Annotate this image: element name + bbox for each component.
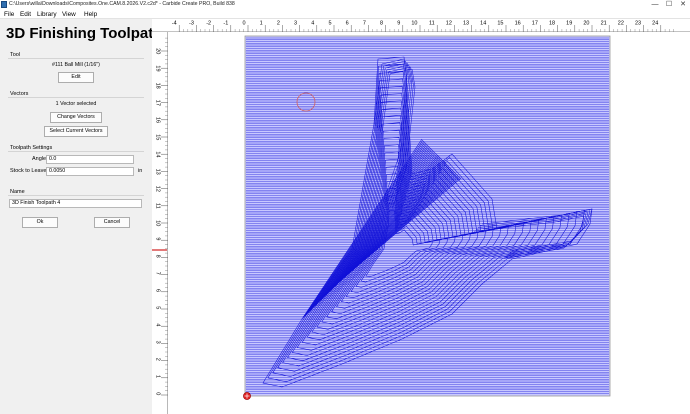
y-tick-label: 6 bbox=[155, 289, 161, 292]
y-tick-label: 20 bbox=[155, 48, 161, 54]
x-tick-label: 2 bbox=[277, 21, 280, 27]
tool-name: #111 Ball Mill (1/16") bbox=[52, 62, 100, 68]
x-tick-label: -2 bbox=[206, 21, 211, 27]
x-tick-label: 9 bbox=[397, 21, 400, 27]
angle-label: Angle bbox=[32, 156, 47, 162]
stock-to-leave-input[interactable]: 0.0050 bbox=[46, 167, 134, 176]
x-tick-label: 1 bbox=[260, 21, 263, 27]
x-tick-label: -3 bbox=[189, 21, 194, 27]
panel-title: 3D Finishing Toolpath bbox=[6, 25, 163, 42]
x-tick-label: 17 bbox=[532, 21, 538, 27]
x-tick-label: -1 bbox=[223, 21, 228, 27]
minimize-button[interactable]: — bbox=[650, 0, 660, 9]
angle-input[interactable]: 0.0 bbox=[46, 155, 134, 164]
top-ruler: -4 -3 -2 -1 0 1 2 3 4 5 6 7 8 9 10 11 12 13 14 15 16 17 18 19 20… bbox=[152, 19, 690, 32]
y-tick-label: 10 bbox=[155, 220, 161, 226]
y-tick-label: 3 bbox=[155, 341, 161, 344]
x-tick-label: 3 bbox=[294, 21, 297, 27]
x-tick-label: 24 bbox=[652, 21, 658, 27]
y-tick-label: 16 bbox=[155, 117, 161, 123]
x-tick-label: 22 bbox=[618, 21, 624, 27]
select-current-vectors-button[interactable]: Select Current Vectors bbox=[44, 126, 108, 137]
x-tick-label: 5 bbox=[328, 21, 331, 27]
x-tick-label: 8 bbox=[380, 21, 383, 27]
edit-tool-button[interactable]: Edit bbox=[58, 72, 94, 83]
design-viewport[interactable]: -4 -3 -2 -1 0 1 2 3 4 5 6 7 8 9 10 11 12 13 14 15 16 17 18 19 20… bbox=[152, 19, 690, 414]
y-tick-label: 12 bbox=[155, 186, 161, 192]
y-tick-label: 15 bbox=[155, 134, 161, 140]
x-tick-label: 15 bbox=[497, 21, 503, 27]
x-tick-label: 12 bbox=[446, 21, 452, 27]
stock-to-leave-label: Stock to Leave bbox=[10, 168, 47, 174]
y-tick-label: 5 bbox=[155, 306, 161, 309]
x-tick-label: 21 bbox=[601, 21, 607, 27]
menu-library[interactable]: Library bbox=[37, 10, 57, 19]
menu-bar: File Edit Library View Help bbox=[0, 10, 690, 19]
x-tick-label: 0 bbox=[242, 21, 245, 27]
y-tick-label: 9 bbox=[155, 237, 161, 240]
y-tick-label: 1 bbox=[155, 375, 161, 378]
y-tick-label: 4 bbox=[155, 323, 161, 326]
stock-unit-label: in bbox=[138, 168, 143, 174]
x-tick-label: 4 bbox=[311, 21, 314, 27]
title-bar: C:\Users\willa\Downloads\Composites.One.… bbox=[0, 0, 690, 10]
x-tick-label: 7 bbox=[363, 21, 366, 27]
y-tick-label: 2 bbox=[155, 358, 161, 361]
y-tick-label: 17 bbox=[155, 100, 161, 106]
x-tick-label: 13 bbox=[463, 21, 469, 27]
window-title: C:\Users\willa\Downloads\Composites.One.… bbox=[9, 1, 235, 7]
y-tick-label: 0 bbox=[155, 392, 161, 395]
close-button[interactable]: ✕ bbox=[678, 0, 688, 9]
x-tick-label: 18 bbox=[549, 21, 555, 27]
maximize-button[interactable]: ☐ bbox=[664, 0, 674, 9]
y-tick-label: 18 bbox=[155, 83, 161, 89]
canvas-svg[interactable]: -4 -3 -2 -1 0 1 2 3 4 5 6 7 8 9 10 11 12 13 14 15 16 17 18 19 20… bbox=[152, 19, 690, 414]
toolpath-name-input[interactable]: 3D Finish Toolpath 4 bbox=[9, 199, 142, 208]
change-vectors-button[interactable]: Change Vectors bbox=[50, 112, 102, 123]
x-tick-label: 10 bbox=[411, 21, 417, 27]
ok-button[interactable]: Ok bbox=[22, 217, 58, 228]
x-tick-label: -4 bbox=[172, 21, 177, 27]
y-tick-label: 11 bbox=[155, 203, 161, 209]
y-tick-label: 14 bbox=[155, 151, 161, 157]
x-tick-label: 19 bbox=[566, 21, 572, 27]
x-tick-label: 14 bbox=[480, 21, 486, 27]
x-tick-label: 6 bbox=[346, 21, 349, 27]
menu-edit[interactable]: Edit bbox=[20, 10, 31, 19]
x-tick-label: 23 bbox=[635, 21, 641, 27]
y-tick-label: 7 bbox=[155, 272, 161, 275]
y-tick-label: 8 bbox=[155, 255, 161, 258]
menu-view[interactable]: View bbox=[62, 10, 76, 19]
settings-divider bbox=[8, 151, 144, 152]
x-tick-label: 16 bbox=[515, 21, 521, 27]
x-tick-label: 20 bbox=[583, 21, 589, 27]
menu-file[interactable]: File bbox=[4, 10, 14, 19]
y-tick-label: 19 bbox=[155, 65, 161, 71]
vectors-divider bbox=[8, 97, 144, 98]
vectors-status: 1 Vector selected bbox=[55, 101, 97, 107]
origin-marker bbox=[243, 392, 251, 400]
tool-divider bbox=[8, 58, 144, 59]
y-tick-label: 13 bbox=[155, 169, 161, 175]
cancel-button[interactable]: Cancel bbox=[94, 217, 130, 228]
name-divider bbox=[8, 195, 144, 196]
app-icon bbox=[1, 1, 7, 8]
x-tick-label: 11 bbox=[429, 21, 435, 27]
menu-help[interactable]: Help bbox=[84, 10, 97, 19]
toolpath-panel: 3D Finishing Toolpath Tool #111 Ball Mil… bbox=[0, 19, 162, 414]
left-ruler: 01234567891011121314151617181920 bbox=[152, 32, 168, 414]
